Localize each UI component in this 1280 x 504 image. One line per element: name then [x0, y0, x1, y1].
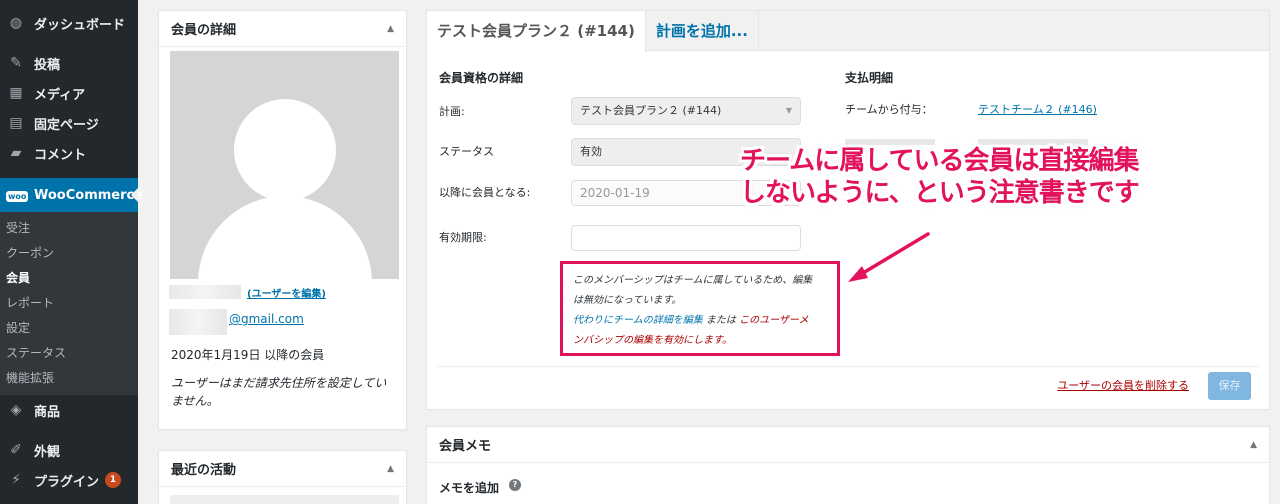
edit-team-link[interactable]: 代わりにチームの詳細を編集: [573, 315, 703, 326]
menu-item-label: ダッシュボード: [34, 17, 126, 33]
submenu-item-status[interactable]: ステータス: [0, 341, 138, 366]
menu-item-label: 商品: [34, 404, 61, 420]
plugin-update-count: 1: [105, 472, 122, 488]
member-notes-header[interactable]: 会員メモ ▲: [427, 427, 1269, 463]
page-icon: ▤: [9, 115, 23, 131]
menu-item-label: メディア: [34, 87, 86, 103]
menu-item-media[interactable]: ▦ メディア: [0, 78, 138, 108]
submenu-item-coupons[interactable]: クーポン: [0, 241, 138, 266]
billing-details-heading: 支払明細: [845, 71, 894, 85]
member-details-box: 会員の詳細 ▲ (ユーザーを編集) @gmail.com 2020年1月19日 …: [158, 10, 407, 430]
submenu-item-reports[interactable]: レポート: [0, 291, 138, 316]
recent-activity-title: 最近の活動: [171, 463, 237, 478]
plan-select[interactable]: テスト会員プラン２ (#144) ▼: [571, 97, 801, 125]
dashboard-icon: ◍: [9, 15, 23, 31]
team-link[interactable]: テストチーム２ (#146): [978, 101, 1097, 117]
notice-line-1: このメンバーシップはチームに属しているため、編集: [573, 275, 813, 286]
plan-label: 計画:: [439, 105, 465, 118]
status-select-value: 有効: [580, 145, 602, 158]
help-icon[interactable]: ?: [509, 479, 521, 491]
admin-sidebar: ◍ ダッシュボード ✎ 投稿 ▦ メディア ▤ 固定ページ ▰ コメント woo…: [0, 0, 143, 504]
status-label: ステータス: [439, 145, 494, 158]
member-from-label: 以降に会員となる:: [439, 186, 531, 199]
divider: [437, 366, 1259, 367]
tab-current-plan[interactable]: テスト会員プラン２ (#144): [427, 11, 646, 52]
redacted-username: [169, 285, 241, 299]
menu-item-comments[interactable]: ▰ コメント: [0, 138, 138, 168]
email-link[interactable]: @gmail.com: [229, 312, 304, 326]
submenu-item-orders[interactable]: 受注: [0, 216, 138, 241]
collapse-arrow-icon[interactable]: ▲: [1250, 440, 1257, 450]
granted-by-label: チームから付与：: [845, 103, 933, 116]
add-note-label: メモを追加: [439, 481, 500, 495]
media-icon: ▦: [9, 85, 23, 101]
menu-item-dashboard[interactable]: ◍ ダッシュボード: [0, 8, 138, 38]
menu-item-label: 固定ページ: [34, 117, 99, 133]
submenu-item-settings[interactable]: 設定: [0, 316, 138, 341]
member-since-text: 2020年1月19日 以降の会員: [171, 348, 325, 362]
submenu-item-memberships[interactable]: 会員: [0, 266, 138, 291]
menu-item-label: 外観: [34, 444, 61, 460]
woo-icon: woo: [6, 191, 29, 202]
brush-icon: ✐: [10, 442, 22, 458]
plugin-icon: ⚡: [11, 472, 21, 488]
member-details-header[interactable]: 会員の詳細 ▲: [159, 11, 406, 47]
delete-membership-link[interactable]: ユーザーの会員を削除する: [1057, 377, 1189, 393]
annotation-arrow-icon: [848, 232, 930, 282]
edit-user-link[interactable]: (ユーザーを編集): [247, 285, 326, 300]
submenu-item-extensions[interactable]: 機能拡張: [0, 366, 138, 391]
team-membership-notice: このメンバーシップはチームに属しているため、編集 は無効になっています。 代わり…: [560, 261, 840, 356]
plan-tabs: テスト会員プラン２ (#144) 計画を追加...: [427, 11, 1269, 52]
menu-item-pages[interactable]: ▤ 固定ページ: [0, 108, 138, 138]
expiry-input[interactable]: [571, 225, 801, 251]
menu-item-label: プラグイン: [34, 474, 100, 490]
annotation-line-2: しないように、という注意書きです: [740, 178, 1140, 208]
enable-editing-link-cont[interactable]: ンバシップの編集を有効にします。: [573, 335, 732, 346]
activity-placeholder: [170, 495, 399, 504]
membership-details-heading: 会員資格の詳細: [439, 71, 524, 85]
member-notes-box: 会員メモ ▲ メモを追加 ?: [426, 426, 1270, 504]
notice-line-2: は無効になっています。: [573, 295, 682, 306]
recent-activity-box: 最近の活動 ▲: [158, 450, 407, 504]
menu-item-label: 投稿: [34, 57, 61, 73]
expiry-label: 有効期限:: [439, 231, 487, 244]
enable-editing-link[interactable]: このユーザーメ: [739, 315, 808, 326]
box-icon: ◈: [10, 402, 22, 418]
redacted-email-prefix: [169, 309, 227, 335]
member-details-title: 会員の詳細: [171, 23, 237, 38]
menu-item-appearance[interactable]: ✐ 外観: [0, 435, 138, 465]
plan-select-value: テスト会員プラン２ (#144): [580, 104, 722, 117]
menu-item-label: コメント: [34, 147, 87, 163]
chevron-down-icon: ▼: [785, 106, 792, 115]
menu-item-label: WooCommerce: [34, 187, 144, 203]
membership-plan-panel: テスト会員プラン２ (#144) 計画を追加... 会員資格の詳細 支払明細 計…: [426, 10, 1270, 410]
save-button[interactable]: 保存: [1208, 372, 1251, 400]
menu-item-plugins[interactable]: ⚡ プラグイン 1: [0, 465, 138, 495]
notice-or: または: [705, 315, 736, 326]
member-notes-title: 会員メモ: [439, 439, 492, 454]
menu-item-woocommerce[interactable]: woo WooCommerce: [0, 178, 143, 212]
menu-item-posts[interactable]: ✎ 投稿: [0, 48, 138, 78]
collapse-arrow-icon[interactable]: ▲: [387, 464, 394, 474]
tab-add-plan[interactable]: 計画を追加...: [646, 11, 759, 50]
woocommerce-submenu: 受注 クーポン 会員 レポート 設定 ステータス 機能拡張: [0, 212, 138, 395]
pin-icon: ✎: [10, 55, 22, 71]
collapse-arrow-icon[interactable]: ▲: [387, 24, 394, 34]
recent-activity-header[interactable]: 最近の活動 ▲: [159, 451, 406, 487]
comment-icon: ▰: [10, 145, 22, 161]
no-billing-address-text: ユーザーはまだ請求先住所を設定していません。: [171, 376, 387, 408]
avatar: [170, 51, 399, 279]
menu-item-products[interactable]: ◈ 商品: [0, 395, 138, 425]
